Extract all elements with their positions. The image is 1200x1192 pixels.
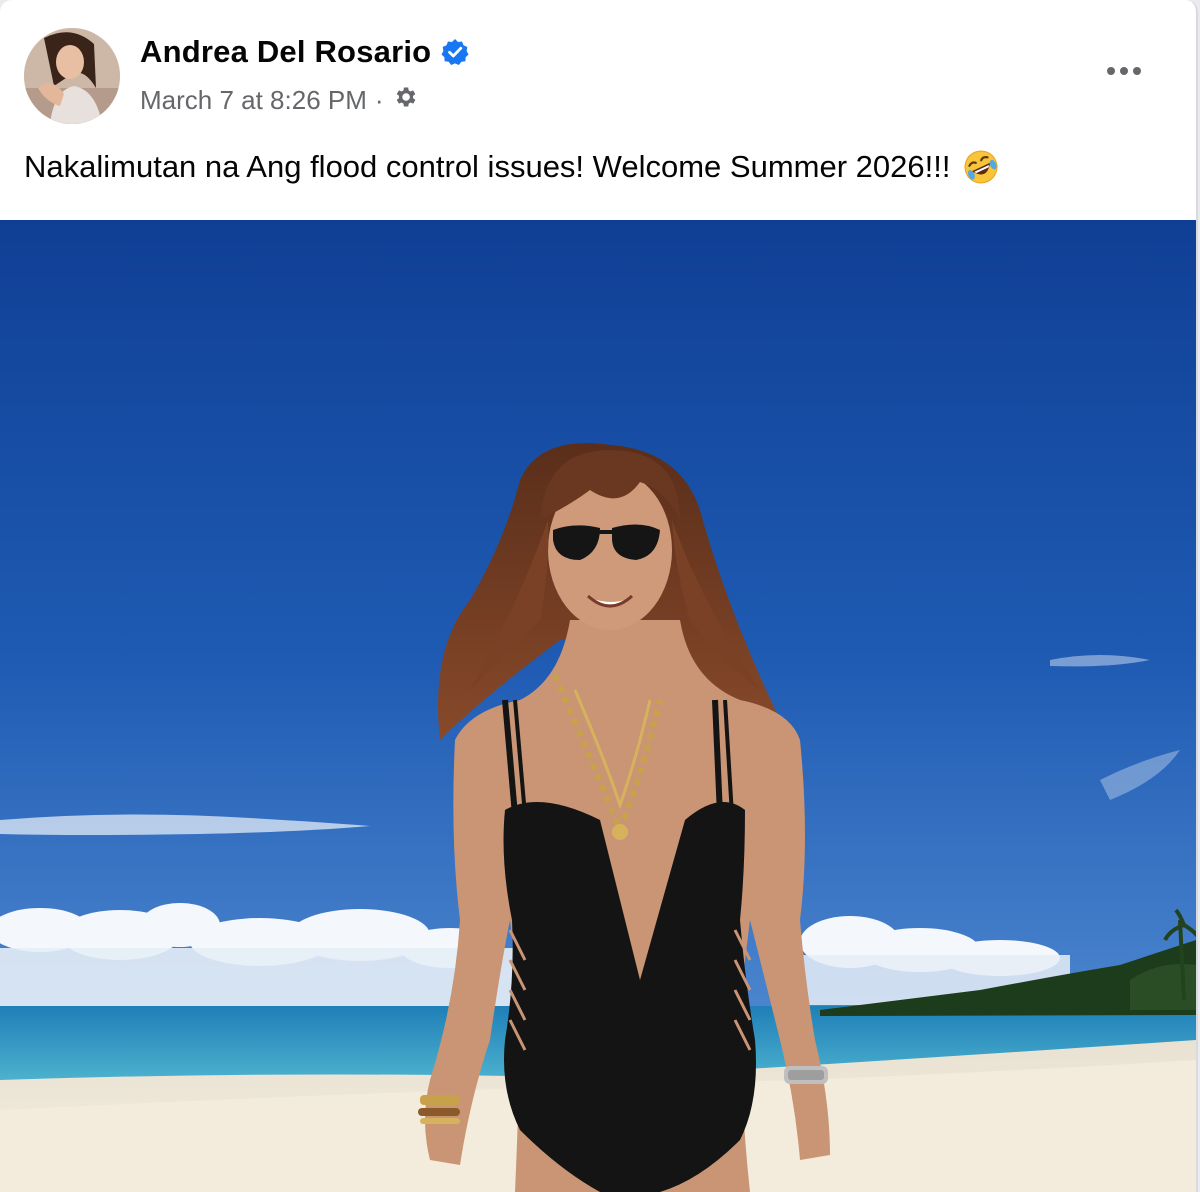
more-dot-icon — [1133, 67, 1141, 75]
post-timestamp[interactable]: March 7 at 8:26 PM — [140, 85, 367, 116]
more-options-button[interactable] — [1102, 56, 1146, 86]
more-dot-icon — [1120, 67, 1128, 75]
rolling-laughing-emoji-icon — [962, 148, 1000, 186]
more-dot-icon — [1107, 67, 1115, 75]
author-name-row: Andrea Del Rosario — [140, 34, 469, 70]
verified-badge-icon — [441, 38, 469, 66]
post-caption: Nakalimutan na Ang flood control issues!… — [24, 148, 1000, 186]
post-meta: March 7 at 8:26 PM · — [140, 84, 418, 117]
facebook-post-card: Andrea Del Rosario March 7 at 8:26 PM · — [0, 0, 1198, 1192]
caption-text: Nakalimutan na Ang flood control issues!… — [24, 149, 951, 184]
beach-photo — [0, 220, 1196, 1192]
meta-separator: · — [374, 85, 384, 115]
author-avatar[interactable] — [24, 28, 120, 124]
post-photo[interactable] — [0, 220, 1196, 1192]
post-header: Andrea Del Rosario March 7 at 8:26 PM · — [0, 0, 1196, 220]
gear-icon[interactable] — [392, 84, 418, 117]
author-name[interactable]: Andrea Del Rosario — [140, 34, 431, 70]
